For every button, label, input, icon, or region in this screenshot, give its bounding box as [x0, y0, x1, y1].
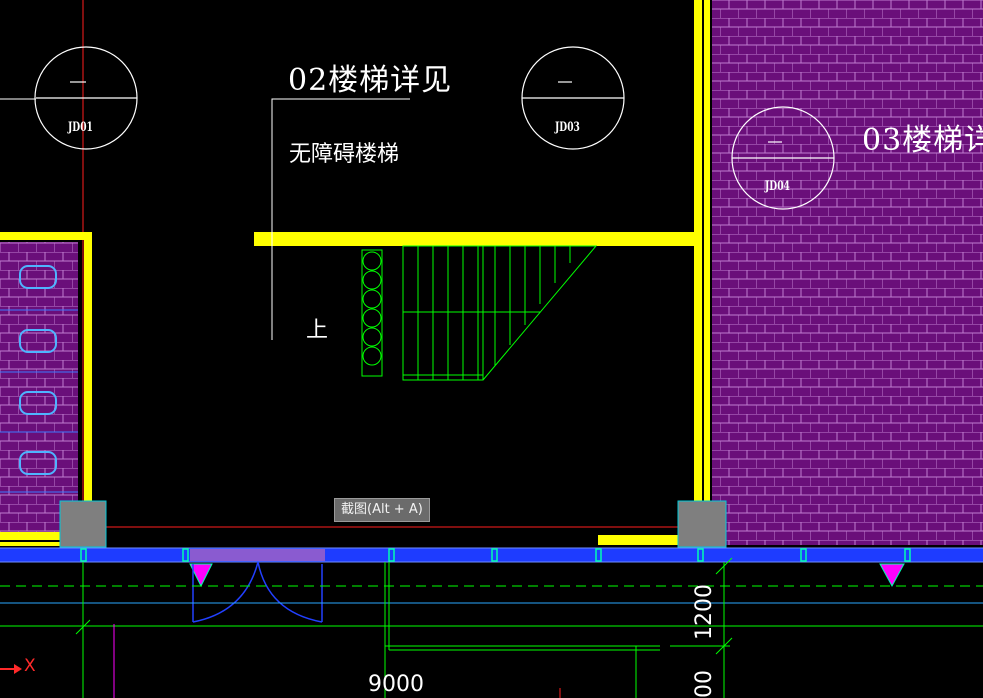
screenshot-tooltip: 截图(Alt + A): [334, 498, 430, 522]
accessible-stair-label: 无障碍楼梯: [289, 142, 400, 167]
stair-up-mark: 上: [306, 318, 329, 343]
stair-detail-title-03: 03楼梯详见: [862, 123, 983, 158]
door-swing: [192, 561, 323, 623]
elevation-markers: [189, 563, 905, 588]
detail-circle-1-label: JD01: [68, 120, 93, 135]
detail-circle-2-label: JD03: [555, 120, 580, 135]
cad-drawing-canvas[interactable]: [0, 0, 983, 698]
beam-line: [0, 547, 983, 563]
ucs-x-label: X: [24, 656, 36, 676]
column-left: [59, 500, 107, 548]
stair-drawing[interactable]: [361, 245, 598, 381]
dimension-9000: 9000: [368, 672, 424, 697]
stair-detail-title-02: 02楼梯详见: [288, 63, 453, 98]
dimension-partial: 00: [692, 670, 717, 698]
dimension-1200: 1200: [692, 584, 717, 640]
detail-circle-3-label: JD04: [765, 179, 790, 194]
dimension-lines: [0, 557, 983, 698]
column-right: [677, 500, 727, 548]
hatched-room-left: [0, 242, 78, 532]
hatched-room-right: [712, 0, 983, 545]
